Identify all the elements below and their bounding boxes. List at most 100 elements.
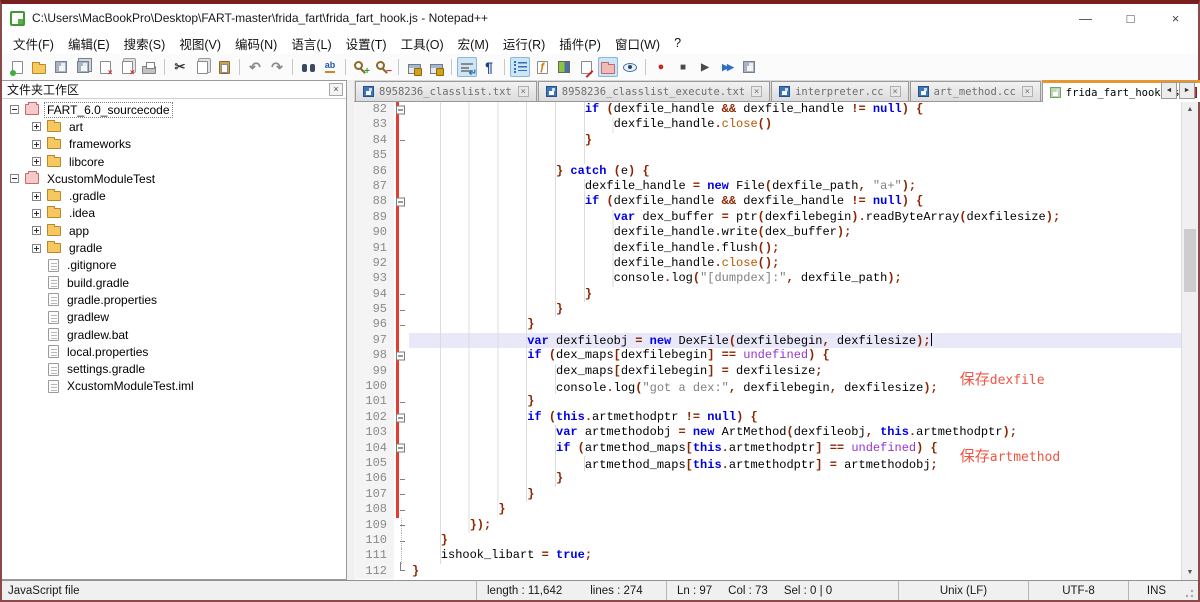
toolbar-icon-undo[interactable]: ↶ [245,57,265,77]
toolbar-icon-macro-record[interactable]: ● [651,57,671,77]
toolbar-icon-indent-guide[interactable] [510,57,530,77]
scroll-up-icon[interactable]: ▲ [1182,102,1198,117]
fold-margin[interactable] [394,240,409,257]
toolbar-icon-paste[interactable] [214,57,234,77]
menu-item-3[interactable]: 搜索(S) [117,32,173,55]
fold-margin[interactable] [394,255,409,272]
fold-margin[interactable] [394,102,409,118]
fold-margin[interactable] [394,163,409,180]
tree-item-xcustommoduletest-iml[interactable]: XcustomModuleTest.iml [2,378,346,395]
toolbar-icon-print[interactable] [139,57,159,77]
menu-item-7[interactable]: 设置(T) [339,32,394,55]
toolbar-icon-save-all[interactable] [73,57,93,77]
toolbar-icon-find[interactable] [298,57,318,77]
tree-item-gradlew[interactable]: gradlew [2,309,346,326]
toolbar-icon-redo[interactable]: ↷ [267,57,287,77]
tab-close-icon[interactable]: × [889,86,901,97]
expand-icon[interactable] [32,208,41,218]
collapse-icon[interactable] [10,105,19,115]
status-insert-mode[interactable]: INS [1128,581,1184,600]
toolbar-icon-zoom-out[interactable]: − [373,57,393,77]
fold-margin[interactable] [394,502,409,518]
vertical-scrollbar[interactable]: ▲ ▼ [1181,102,1198,580]
toolbar-icon-replace[interactable]: ab [320,57,340,77]
expand-icon[interactable] [32,139,41,149]
fold-margin[interactable] [394,455,409,472]
toolbar-icon-word-wrap[interactable]: ↵ [457,57,477,79]
tree-item--idea[interactable]: .idea [2,205,346,222]
close-button[interactable]: × [1153,4,1198,32]
menu-item-10[interactable]: 运行(R) [496,32,552,55]
fold-collapse-icon[interactable] [396,197,405,207]
tab-8958236-classlist-execute-txt[interactable]: 8958236_classlist_execute.txt × [537,81,771,101]
expand-icon[interactable] [32,226,41,236]
collapse-icon[interactable] [10,174,19,184]
menu-item-4[interactable]: 视图(V) [172,32,228,55]
fold-margin[interactable] [394,302,409,318]
toolbar-icon-function-list[interactable]: ƒ [532,57,552,77]
fold-collapse-icon[interactable] [396,351,405,361]
fold-margin[interactable] [394,486,409,503]
tree-item-libcore[interactable]: libcore [2,153,346,170]
toolbar-icon-macro-run-multiple[interactable]: ▶▶ [717,57,737,77]
menu-item-11[interactable]: 插件(P) [552,32,608,55]
tab-scroll-right-icon[interactable]: ► [1179,82,1195,99]
fold-margin[interactable] [394,332,409,349]
tree-item-settings-gradle[interactable]: settings.gradle [2,360,346,377]
toolbar-icon-close-file[interactable]: × [95,57,115,77]
fold-margin[interactable] [394,471,409,488]
toolbar-icon-open-file[interactable] [29,57,49,77]
toolbar-icon-cut[interactable]: ✂ [170,57,190,77]
fold-margin[interactable] [394,194,409,211]
tree-item--gitignore[interactable]: .gitignore [2,257,346,274]
toolbar-icon-document-map[interactable] [554,57,574,77]
menu-item-9[interactable]: 宏(M) [451,32,496,55]
fold-margin[interactable] [394,148,409,164]
toolbar-icon-macro-save[interactable] [739,57,759,77]
tab-close-icon[interactable]: × [1021,86,1033,97]
toolbar-icon-save[interactable] [51,57,71,77]
scrollbar-thumb[interactable] [1184,229,1196,292]
toolbar-icon-document-list[interactable] [576,57,596,78]
toolbar-icon-macro-playback[interactable]: ▶ [695,57,715,77]
fold-margin[interactable] [394,394,409,411]
tab-art-method-cc[interactable]: art_method.cc × [909,81,1041,101]
fold-margin[interactable] [394,286,409,303]
panel-close-icon[interactable]: × [329,83,343,96]
fold-margin[interactable] [394,517,409,534]
tab-scroll-left-icon[interactable]: ◄ [1161,82,1177,99]
fold-margin[interactable] [394,348,409,365]
menu-item-12[interactable]: 窗口(W) [608,32,667,55]
tree-item-gradlew-bat[interactable]: gradlew.bat [2,326,346,343]
tab-close-icon[interactable]: × [517,86,529,97]
code-editor[interactable]: 82 if (dexfile_handle && dexfile_handle !… [354,102,1181,580]
fold-collapse-icon[interactable] [396,105,405,115]
fold-collapse-icon[interactable] [396,413,405,422]
resize-grip[interactable] [1184,581,1198,600]
menu-item-13[interactable]: ? [667,34,688,52]
expand-icon[interactable] [32,243,41,253]
fold-margin[interactable] [394,317,409,334]
fold-margin[interactable] [394,440,409,457]
expand-icon[interactable] [32,157,41,167]
menu-item-2[interactable]: 编辑(E) [61,32,117,55]
fold-margin[interactable] [394,117,409,134]
tree-item-gradle[interactable]: gradle [2,239,346,256]
menu-item-5[interactable]: 编码(N) [228,32,284,55]
fold-margin[interactable] [394,271,409,288]
status-eol-format[interactable]: Unix (LF) [898,581,1028,600]
minimize-button[interactable]: — [1063,4,1108,32]
fold-margin[interactable] [394,178,409,195]
toolbar-icon-folder-as-workspace[interactable] [598,57,618,77]
fold-margin[interactable] [394,225,409,241]
tree-item--gradle[interactable]: .gradle [2,187,346,204]
expand-icon[interactable] [32,122,41,132]
fold-margin[interactable] [394,132,409,149]
menu-item-6[interactable]: 语言(L) [284,32,338,55]
tree-item-local-properties[interactable]: local.properties [2,343,346,360]
fold-margin[interactable] [394,409,409,426]
menu-item-8[interactable]: 工具(O) [394,32,451,55]
tree-item-build-gradle[interactable]: build.gradle [2,274,346,291]
maximize-button[interactable]: □ [1108,4,1153,32]
fold-margin[interactable] [394,425,409,441]
